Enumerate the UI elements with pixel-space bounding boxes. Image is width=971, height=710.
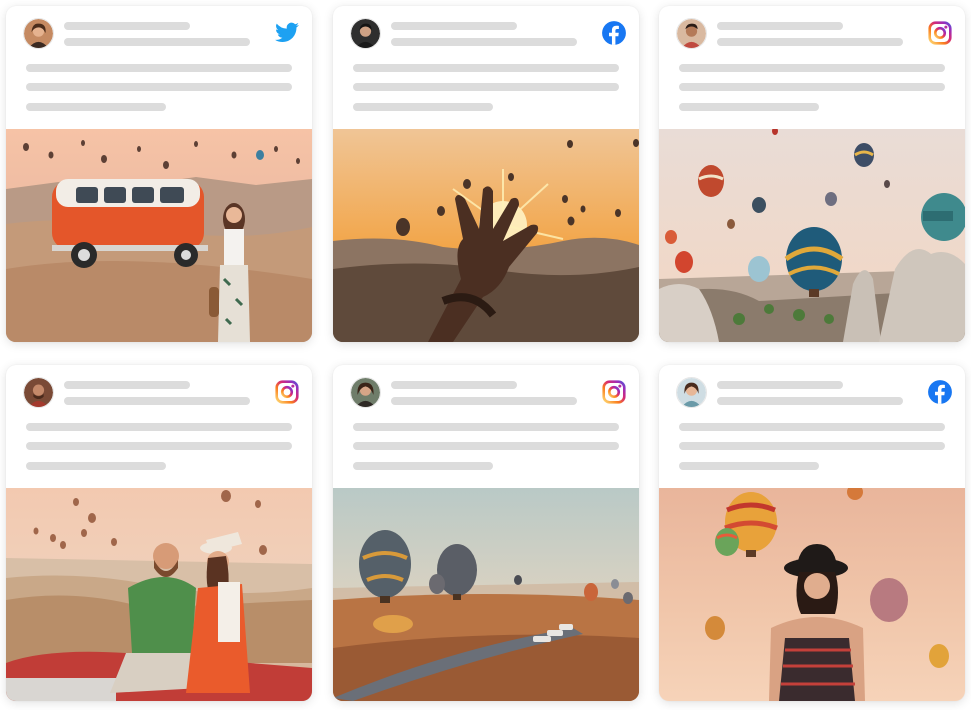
author-name-placeholder (64, 22, 190, 30)
author-meta-placeholder (717, 397, 903, 405)
avatar[interactable] (350, 18, 381, 49)
post-photo[interactable] (659, 488, 965, 701)
author-meta-placeholder (64, 38, 250, 46)
author-meta-placeholder (64, 397, 250, 405)
instagram-icon[interactable] (927, 20, 953, 46)
facebook-icon[interactable] (601, 20, 627, 46)
post-text-placeholder (353, 442, 619, 450)
post-card[interactable] (333, 365, 639, 701)
instagram-icon[interactable] (274, 379, 300, 405)
post-text-placeholder (353, 423, 619, 431)
author-meta-placeholder (391, 38, 577, 46)
post-card[interactable] (333, 6, 639, 342)
author-name-placeholder (717, 22, 843, 30)
post-text-placeholder (26, 103, 166, 111)
twitter-icon[interactable] (274, 20, 300, 46)
post-photo[interactable] (333, 488, 639, 701)
post-card[interactable] (659, 6, 965, 342)
post-card[interactable] (659, 365, 965, 701)
post-text-placeholder (353, 462, 493, 470)
post-photo[interactable] (659, 129, 965, 342)
post-text-placeholder (679, 442, 945, 450)
post-text-placeholder (679, 103, 819, 111)
author-name-placeholder (717, 381, 843, 389)
post-card[interactable] (6, 6, 312, 342)
post-text-placeholder (679, 83, 945, 91)
post-text-placeholder (26, 83, 292, 91)
post-text-placeholder (679, 423, 945, 431)
post-text-placeholder (353, 64, 619, 72)
post-text-placeholder (679, 64, 945, 72)
facebook-icon[interactable] (927, 379, 953, 405)
post-photo[interactable] (6, 488, 312, 701)
avatar[interactable] (676, 18, 707, 49)
author-meta-placeholder (717, 38, 903, 46)
post-text-placeholder (26, 64, 292, 72)
post-card[interactable] (6, 365, 312, 701)
post-photo[interactable] (6, 129, 312, 342)
social-feed-grid (0, 0, 971, 710)
author-name-placeholder (64, 381, 190, 389)
post-text-placeholder (26, 442, 292, 450)
avatar[interactable] (350, 377, 381, 408)
post-text-placeholder (353, 83, 619, 91)
avatar[interactable] (676, 377, 707, 408)
author-name-placeholder (391, 381, 517, 389)
author-meta-placeholder (391, 397, 577, 405)
post-text-placeholder (26, 423, 292, 431)
post-photo[interactable] (333, 129, 639, 342)
post-text-placeholder (353, 103, 493, 111)
instagram-icon[interactable] (601, 379, 627, 405)
post-text-placeholder (26, 462, 166, 470)
author-name-placeholder (391, 22, 517, 30)
post-text-placeholder (679, 462, 819, 470)
avatar[interactable] (23, 18, 54, 49)
avatar[interactable] (23, 377, 54, 408)
